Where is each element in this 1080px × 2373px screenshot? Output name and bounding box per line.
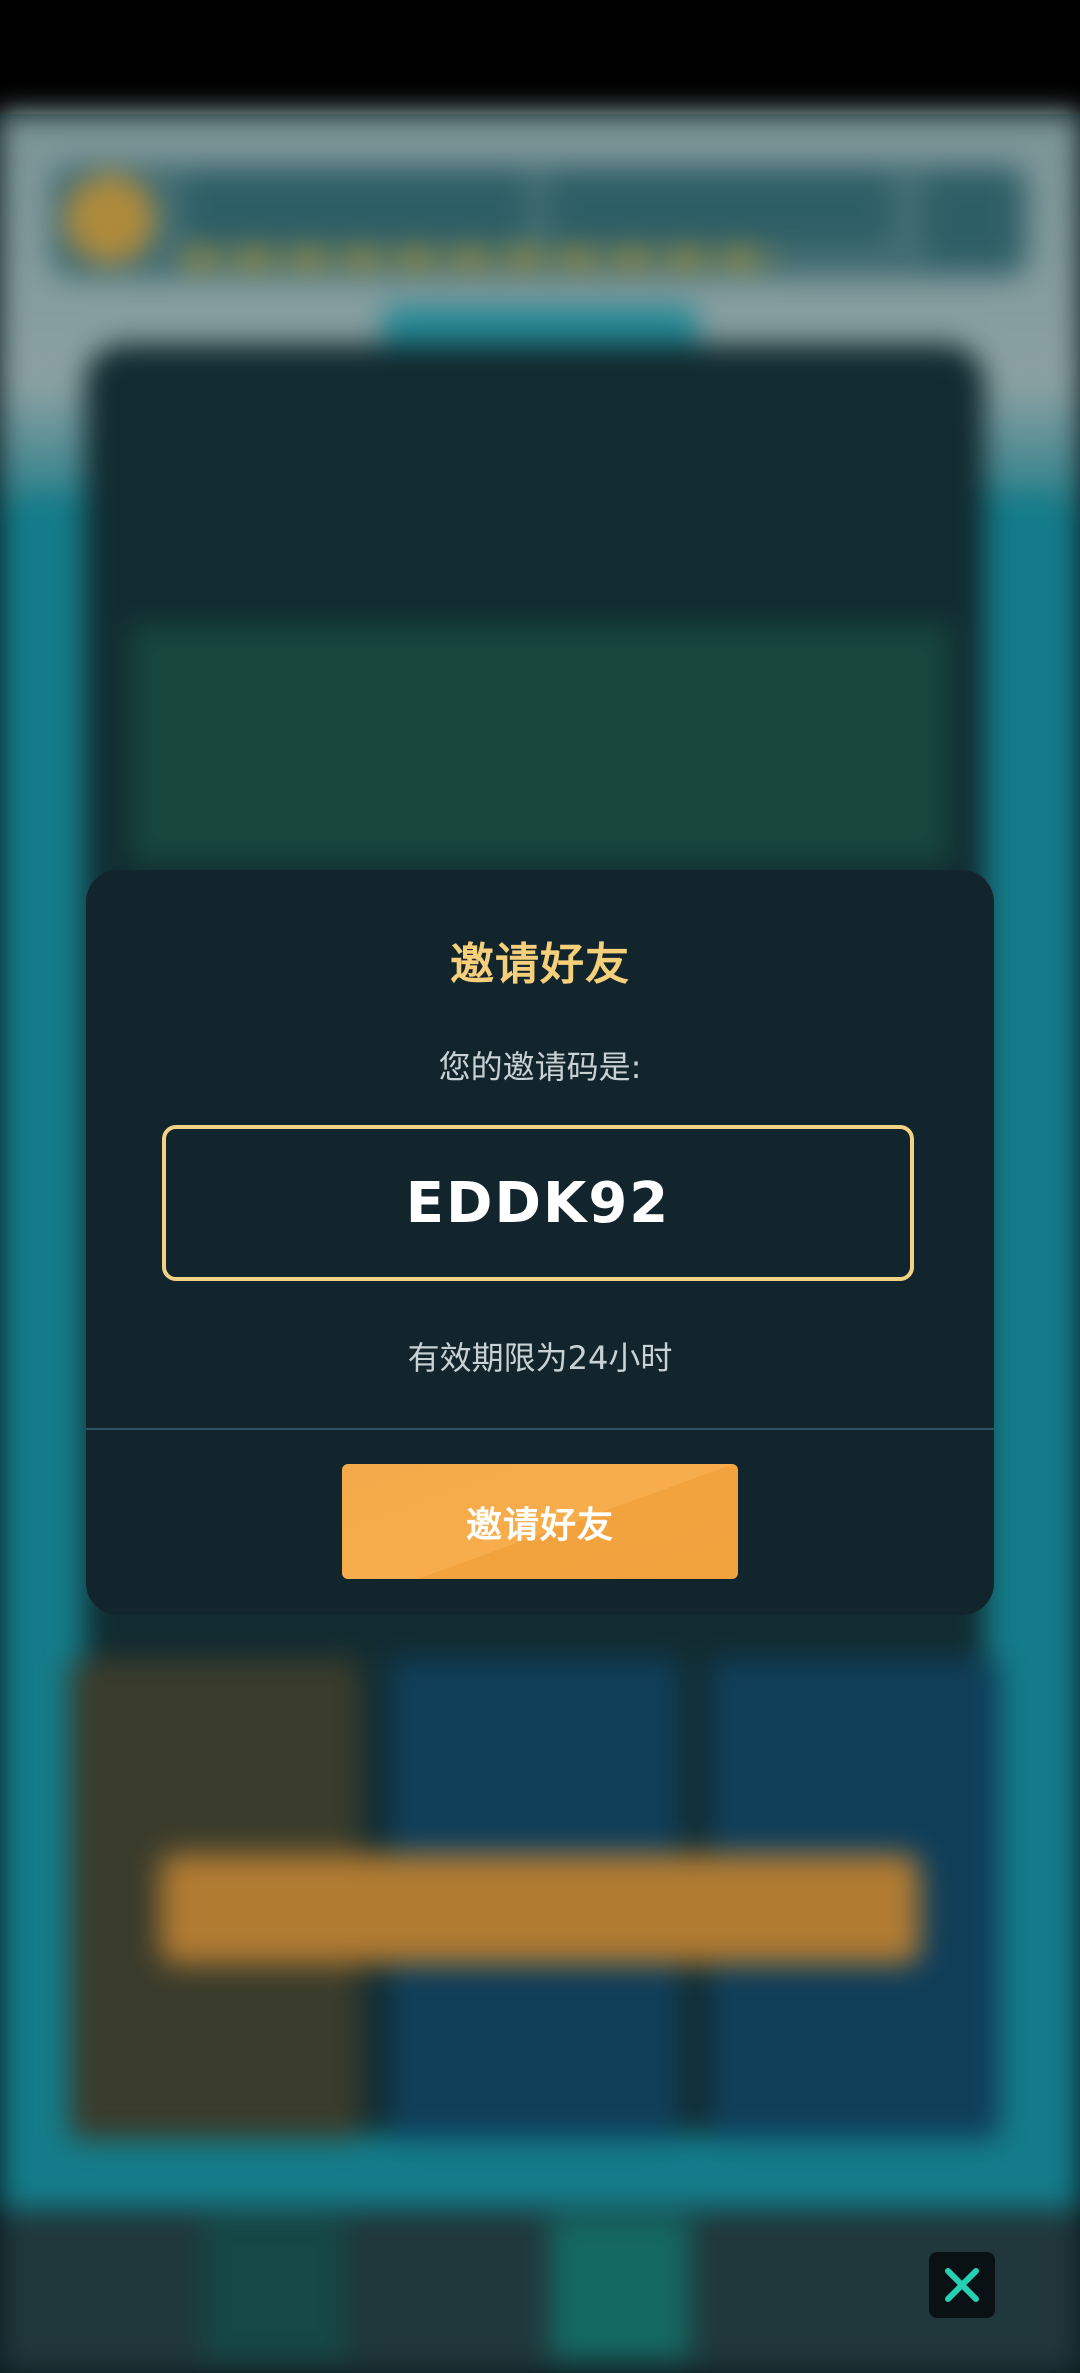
invite-code-field[interactable]: EDDK92 — [162, 1125, 914, 1281]
invite-friend-button[interactable]: 邀请好友 — [342, 1464, 738, 1579]
status-bar — [0, 0, 1080, 114]
close-icon[interactable] — [929, 2252, 995, 2318]
invite-friend-dialog: 邀请好友 您的邀请码是: EDDK92 有效期限为24小时 邀请好友 — [86, 870, 994, 1615]
dialog-divider — [86, 1428, 994, 1430]
invite-code-value: EDDK92 — [405, 1170, 671, 1236]
dialog-title: 邀请好友 — [450, 939, 630, 990]
validity-text: 有效期限为24小时 — [407, 1339, 673, 1377]
invite-friend-button-label: 邀请好友 — [465, 1504, 614, 1546]
close-icon-glyph — [945, 2268, 979, 2302]
invite-code-label: 您的邀请码是: — [438, 1048, 642, 1086]
